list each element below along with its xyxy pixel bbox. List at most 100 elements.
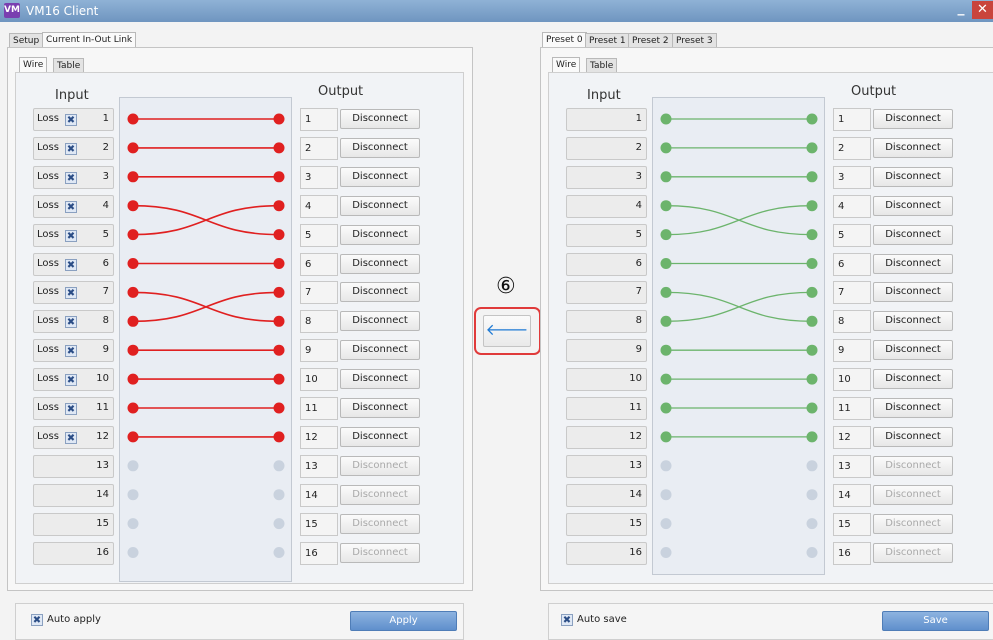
left-input-14[interactable]: 14	[33, 483, 114, 507]
left-input-1[interactable]: Loss ✖ 1	[33, 108, 114, 131]
right-input-11[interactable]: 11	[566, 397, 647, 420]
left-disconnect-button-2[interactable]: Disconnect	[340, 137, 420, 158]
close-button[interactable]: ✕	[972, 1, 993, 19]
minimize-button[interactable]: _	[950, 1, 972, 19]
right-disconnect-button-5[interactable]: Disconnect	[873, 224, 953, 245]
right-subtab-wire[interactable]: Wire	[552, 57, 581, 73]
loss-checkbox[interactable]: ✖	[65, 345, 77, 358]
right-input-8[interactable]: 8	[566, 310, 647, 334]
loss-checkbox[interactable]: ✖	[65, 287, 77, 300]
right-input-13[interactable]: 13	[566, 454, 647, 478]
left-disconnect-button-16[interactable]: Disconnect	[340, 542, 420, 563]
left-input-16[interactable]: 16	[33, 541, 114, 565]
left-disconnect-button-7[interactable]: Disconnect	[340, 282, 420, 303]
auto-apply-checkbox[interactable]: ✖	[31, 614, 43, 626]
right-subtab-table[interactable]: Table	[586, 58, 618, 73]
loss-checkbox[interactable]: ✖	[65, 142, 77, 155]
left-output-number-7: 7	[300, 281, 338, 305]
right-disconnect-button-15[interactable]: Disconnect	[873, 513, 953, 534]
right-input-5[interactable]: 5	[566, 223, 647, 247]
right-disconnect-button-1[interactable]: Disconnect	[873, 109, 953, 129]
right-disconnect-button-14[interactable]: Disconnect	[873, 484, 953, 505]
tab-preset-2[interactable]: Preset 2	[628, 33, 673, 48]
loss-checkbox[interactable]: ✖	[65, 316, 77, 329]
right-input-2[interactable]: 2	[566, 136, 647, 160]
left-input-12[interactable]: Loss ✖ 12	[33, 425, 114, 449]
loss-checkbox[interactable]: ✖	[65, 114, 77, 126]
right-disconnect-button-12[interactable]: Disconnect	[873, 426, 953, 447]
loss-checkbox[interactable]: ✖	[65, 403, 77, 415]
left-input-13[interactable]: 13	[33, 454, 114, 478]
left-input-8[interactable]: Loss ✖ 8	[33, 310, 114, 334]
right-disconnect-button-13[interactable]: Disconnect	[873, 455, 953, 476]
right-disconnect-button-9[interactable]: Disconnect	[873, 340, 953, 361]
left-disconnect-button-11[interactable]: Disconnect	[340, 398, 420, 418]
left-disconnect-button-5[interactable]: Disconnect	[340, 224, 420, 245]
input-number: 10	[629, 373, 642, 385]
left-subtab-wire[interactable]: Wire	[19, 57, 48, 73]
loss-checkbox[interactable]: ✖	[65, 171, 77, 184]
tab-preset-3[interactable]: Preset 3	[672, 33, 717, 48]
right-disconnect-button-2[interactable]: Disconnect	[873, 137, 953, 158]
left-input-9[interactable]: Loss ✖ 9	[33, 339, 114, 363]
left-disconnect-button-15[interactable]: Disconnect	[340, 513, 420, 534]
right-disconnect-button-4[interactable]: Disconnect	[873, 195, 953, 216]
tab-preset-0[interactable]: Preset 0	[542, 32, 587, 48]
right-input-16[interactable]: 16	[566, 541, 647, 565]
loss-checkbox[interactable]: ✖	[65, 431, 77, 444]
left-disconnect-button-4[interactable]: Disconnect	[340, 195, 420, 216]
right-input-6[interactable]: 6	[566, 252, 647, 276]
left-disconnect-button-1[interactable]: Disconnect	[340, 109, 420, 129]
tab-preset-1[interactable]: Preset 1	[585, 33, 630, 48]
left-disconnect-button-14[interactable]: Disconnect	[340, 484, 420, 505]
right-disconnect-button-10[interactable]: Disconnect	[873, 369, 953, 390]
loss-label: Loss	[37, 402, 59, 413]
input-number: 11	[629, 402, 642, 413]
right-disconnect-button-3[interactable]: Disconnect	[873, 166, 953, 187]
loss-checkbox[interactable]: ✖	[65, 374, 77, 387]
left-output-header: Output	[318, 84, 364, 99]
auto-save-checkbox[interactable]: ✖	[561, 614, 573, 626]
apply-button[interactable]: Apply	[350, 611, 457, 631]
loss-checkbox[interactable]: ✖	[65, 258, 77, 271]
right-disconnect-button-11[interactable]: Disconnect	[873, 398, 953, 418]
input-number: 2	[635, 141, 642, 153]
right-input-14[interactable]: 14	[566, 483, 647, 507]
right-input-12[interactable]: 12	[566, 425, 647, 449]
right-input-10[interactable]: 10	[566, 368, 647, 392]
left-disconnect-button-9[interactable]: Disconnect	[340, 340, 420, 361]
right-input-7[interactable]: 7	[566, 281, 647, 305]
left-input-7[interactable]: Loss ✖ 7	[33, 281, 114, 305]
left-disconnect-button-8[interactable]: Disconnect	[340, 311, 420, 332]
right-input-3[interactable]: 3	[566, 165, 647, 189]
left-input-5[interactable]: Loss ✖ 5	[33, 223, 114, 247]
left-input-6[interactable]: Loss ✖ 6	[33, 252, 114, 276]
right-disconnect-button-8[interactable]: Disconnect	[873, 311, 953, 332]
copy-to-current-button[interactable]: 🡐	[483, 315, 531, 347]
left-input-3[interactable]: Loss ✖ 3	[33, 165, 114, 189]
loss-checkbox[interactable]: ✖	[65, 200, 77, 213]
right-disconnect-button-7[interactable]: Disconnect	[873, 282, 953, 303]
left-disconnect-button-3[interactable]: Disconnect	[340, 166, 420, 187]
left-disconnect-button-12[interactable]: Disconnect	[340, 426, 420, 447]
right-disconnect-button-6[interactable]: Disconnect	[873, 253, 953, 274]
right-input-9[interactable]: 9	[566, 339, 647, 363]
save-button[interactable]: Save	[882, 611, 989, 631]
left-disconnect-button-13[interactable]: Disconnect	[340, 455, 420, 476]
right-input-15[interactable]: 15	[566, 512, 647, 536]
left-disconnect-button-6[interactable]: Disconnect	[340, 253, 420, 274]
left-disconnect-button-10[interactable]: Disconnect	[340, 369, 420, 390]
loss-checkbox[interactable]: ✖	[65, 229, 77, 242]
left-input-4[interactable]: Loss ✖ 4	[33, 194, 114, 218]
left-input-10[interactable]: Loss ✖ 10	[33, 368, 114, 392]
left-subtab-table[interactable]: Table	[53, 58, 85, 73]
right-input-4[interactable]: 4	[566, 194, 647, 218]
left-input-2[interactable]: Loss ✖ 2	[33, 136, 114, 160]
tab-current-in-out-link[interactable]: Current In-Out Link	[42, 32, 137, 48]
right-disconnect-button-16[interactable]: Disconnect	[873, 542, 953, 563]
tab-setup[interactable]: Setup	[9, 33, 44, 48]
left-input-15[interactable]: 15	[33, 512, 114, 536]
right-input-1[interactable]: 1	[566, 108, 647, 131]
input-number: 4	[102, 199, 109, 211]
left-input-11[interactable]: Loss ✖ 11	[33, 397, 114, 420]
